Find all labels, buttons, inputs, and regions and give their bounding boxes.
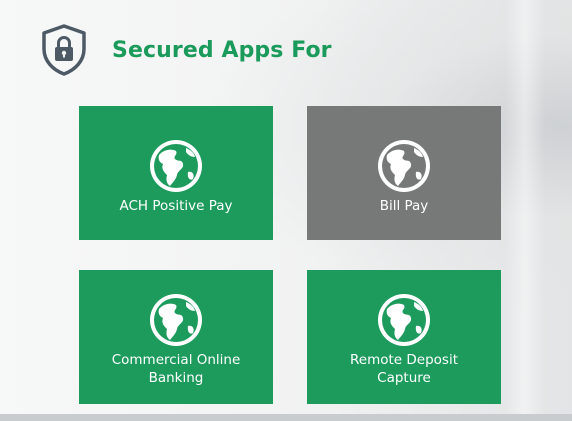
globe-icon <box>378 140 430 192</box>
tile-label: Bill Pay <box>307 197 501 215</box>
tile-label-line: ACH Positive Pay <box>119 198 233 214</box>
tile-label: Remote Deposit Capture <box>307 351 501 387</box>
tile-label-line: Banking <box>148 370 204 386</box>
tile-bill-pay[interactable]: Bill Pay <box>307 106 501 240</box>
tile-label: ACH Positive Pay <box>79 197 273 215</box>
globe-icon <box>378 294 430 346</box>
tile-ach-positive-pay[interactable]: ACH Positive Pay <box>79 106 273 240</box>
page-title: Secured Apps For <box>112 37 332 63</box>
globe-icon <box>150 294 202 346</box>
tile-label-line: Remote Deposit <box>350 352 458 368</box>
tile-label-line: Commercial Online <box>111 352 241 368</box>
tile-label-line: Capture <box>377 370 431 386</box>
tile-label-line: Bill Pay <box>379 198 429 214</box>
shield-lock-icon <box>42 24 86 76</box>
tile-remote-deposit-capture[interactable]: Remote Deposit Capture <box>307 270 501 404</box>
background-highlight <box>505 0 545 421</box>
tile-commercial-online-banking[interactable]: Commercial Online Banking <box>79 270 273 404</box>
tile-label: Commercial Online Banking <box>79 351 273 387</box>
header: Secured Apps For <box>36 22 332 78</box>
bottom-strip <box>0 414 572 421</box>
globe-icon <box>150 140 202 192</box>
